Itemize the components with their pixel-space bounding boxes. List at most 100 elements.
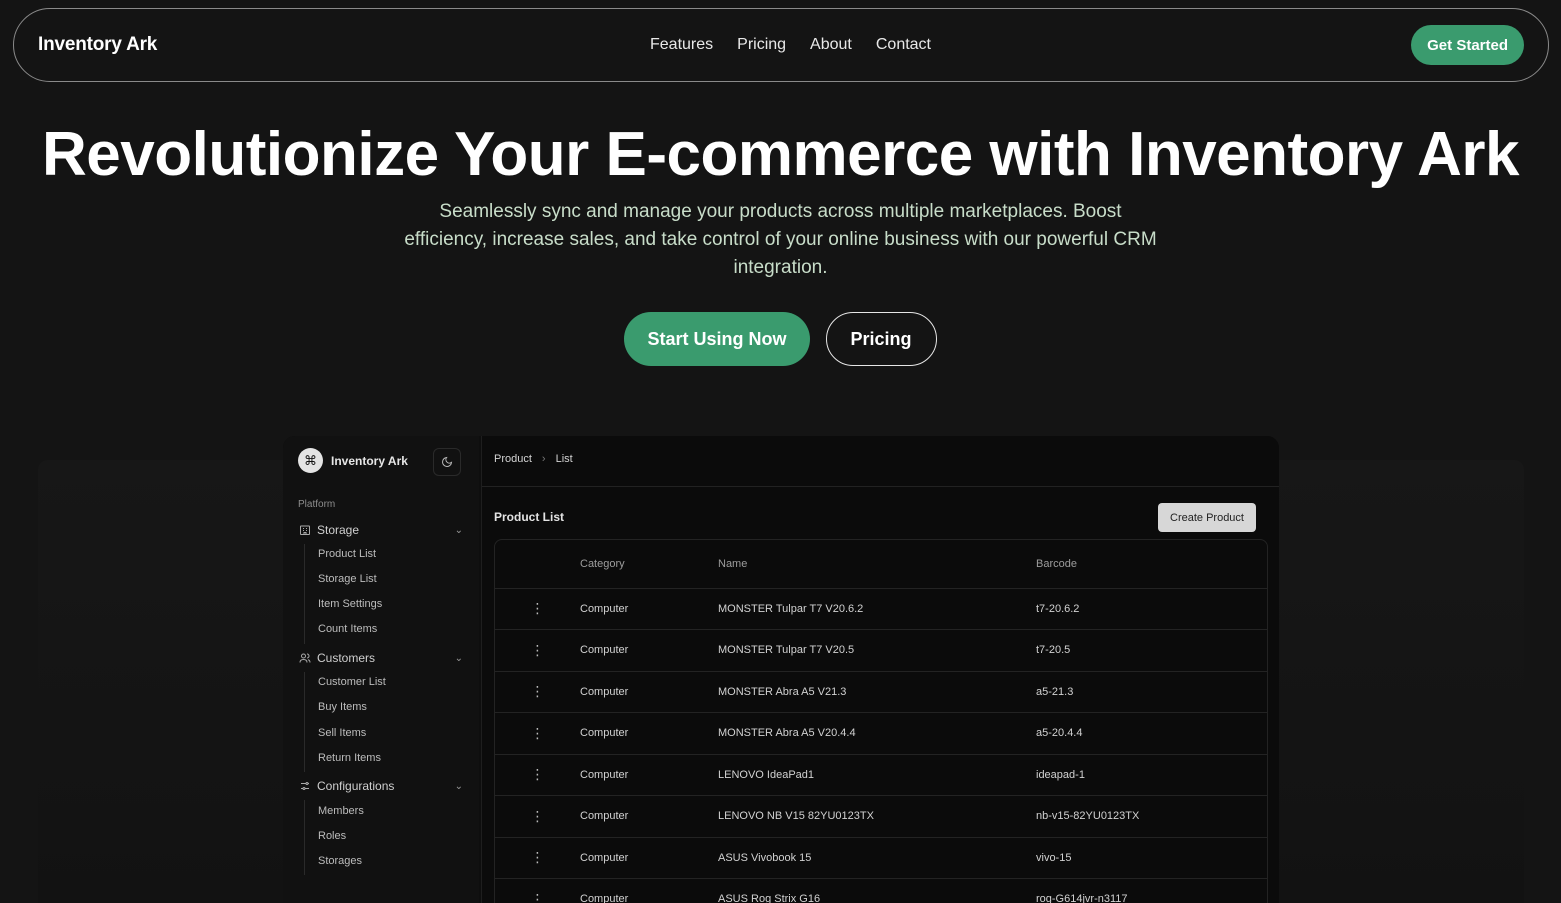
pricing-button[interactable]: Pricing [825, 312, 937, 366]
cell-category: Computer [580, 795, 718, 838]
chevron-right-icon: › [541, 453, 546, 465]
more-vertical-icon[interactable]: ⋮ [495, 754, 580, 796]
app-brand-name: Inventory Ark [331, 453, 408, 468]
page-title: Product List [494, 510, 565, 524]
table-row[interactable]: ⋮ Computer MONSTER Abra A5 V20.4.4 a5-20… [495, 712, 1267, 755]
cell-barcode: t7-20.5 [1036, 629, 1267, 672]
table-row[interactable]: ⋮ Computer ASUS Vivobook 15 vivo-15 [495, 837, 1267, 879]
cell-name: MONSTER Abra A5 V21.3 [718, 671, 1036, 713]
nav-link-features[interactable]: Features [650, 36, 713, 54]
nav-link-about[interactable]: About [810, 36, 852, 54]
command-icon: ⌘ [298, 448, 323, 473]
sidebar-item-sell-items[interactable]: Sell Items [318, 727, 366, 739]
sidebar-item-item-settings[interactable]: Item Settings [318, 598, 382, 610]
table-row[interactable]: ⋮ Computer ASUS Rog Strix G16 rog-G614jv… [495, 878, 1267, 903]
cell-barcode: a5-20.4.4 [1036, 712, 1267, 755]
cell-barcode: ideapad-1 [1036, 754, 1267, 796]
cell-category: Computer [580, 754, 718, 796]
building-icon [298, 524, 311, 537]
sidebar-section-label: Platform [298, 499, 336, 510]
theme-toggle-icon[interactable] [433, 448, 461, 476]
table-header-row: Category Name Barcode [495, 540, 1267, 589]
more-vertical-icon[interactable]: ⋮ [495, 712, 580, 755]
landing-page: Inventory Ark Features Pricing About Con… [0, 0, 1561, 903]
start-using-now-button[interactable]: Start Using Now [624, 312, 810, 366]
cell-category: Computer [580, 837, 718, 879]
table-row[interactable]: ⋮ Computer LENOVO NB V15 82YU0123TX nb-v… [495, 795, 1267, 838]
column-header-category[interactable]: Category [580, 540, 718, 589]
sidebar-item-product-list[interactable]: Product List [318, 548, 376, 560]
cell-name: MONSTER Tulpar T7 V20.6.2 [718, 588, 1036, 630]
cell-category: Computer [580, 629, 718, 672]
sidebar-item-count-items[interactable]: Count Items [318, 623, 377, 635]
sidebar-item-storage-list[interactable]: Storage List [318, 573, 377, 585]
cell-category: Computer [580, 712, 718, 755]
more-vertical-icon[interactable]: ⋮ [495, 629, 580, 672]
app-sidebar: ⌘ Inventory Ark Platform Storage ⌄ Produ… [283, 436, 479, 903]
sidebar-group-label: Customers [317, 651, 376, 665]
cell-barcode: vivo-15 [1036, 837, 1267, 879]
sidebar-item-return-items[interactable]: Return Items [318, 752, 381, 764]
hero-subtitle: Seamlessly sync and manage your products… [404, 201, 1157, 278]
table-row[interactable]: ⋮ Computer LENOVO IdeaPad1 ideapad-1 [495, 754, 1267, 796]
settings-icon [298, 780, 311, 793]
breadcrumb-item[interactable]: Product [494, 453, 532, 465]
more-vertical-icon[interactable]: ⋮ [495, 795, 580, 838]
nav-links: Features Pricing About Contact [650, 9, 931, 81]
column-header-name[interactable]: Name [718, 540, 1036, 589]
sidebar-tree-line [304, 800, 305, 875]
cell-name: MONSTER Abra A5 V20.4.4 [718, 712, 1036, 755]
table-row[interactable]: ⋮ Computer MONSTER Tulpar T7 V20.6.2 t7-… [495, 588, 1267, 630]
product-table: Category Name Barcode ⋮ Computer MONSTER… [494, 539, 1268, 903]
cell-name: ASUS Vivobook 15 [718, 837, 1036, 879]
sidebar-group-customers[interactable]: Customers ⌄ [298, 651, 463, 665]
app-brand[interactable]: ⌘ Inventory Ark [298, 448, 408, 473]
sidebar-tree-line [304, 544, 305, 644]
cell-name: LENOVO NB V15 82YU0123TX [718, 795, 1036, 838]
table-row[interactable]: ⋮ Computer MONSTER Tulpar T7 V20.5 t7-20… [495, 629, 1267, 672]
cell-barcode: t7-20.6.2 [1036, 588, 1267, 630]
hero-title: Revolutionize Your E-commerce with Inven… [42, 120, 1519, 189]
cell-name: ASUS Rog Strix G16 [718, 878, 1036, 903]
sidebar-group-storage[interactable]: Storage ⌄ [298, 523, 463, 537]
sidebar-group-configurations[interactable]: Configurations ⌄ [298, 779, 463, 793]
sidebar-item-roles[interactable]: Roles [318, 830, 346, 842]
navbar: Inventory Ark Features Pricing About Con… [13, 8, 1549, 82]
sidebar-tree-line [304, 672, 305, 772]
chevron-down-icon: ⌄ [454, 780, 463, 792]
column-header-barcode[interactable]: Barcode [1036, 540, 1267, 589]
app-preview: ⌘ Inventory Ark Platform Storage ⌄ Produ… [283, 436, 1279, 903]
sidebar-group-label: Storage [317, 523, 360, 537]
chevron-down-icon: ⌄ [454, 652, 463, 664]
create-product-button[interactable]: Create Product [1158, 503, 1256, 532]
cell-barcode: rog-G614jvr-n3117 [1036, 878, 1267, 903]
sidebar-item-storages[interactable]: Storages [318, 855, 362, 867]
breadcrumb-item[interactable]: List [556, 453, 573, 465]
sidebar-item-buy-items[interactable]: Buy Items [318, 701, 367, 713]
cell-category: Computer [580, 588, 718, 630]
cell-barcode: a5-21.3 [1036, 671, 1267, 713]
more-vertical-icon[interactable]: ⋮ [495, 588, 580, 630]
nav-link-pricing[interactable]: Pricing [737, 36, 786, 54]
chevron-down-icon: ⌄ [454, 524, 463, 536]
brand-logo[interactable]: Inventory Ark [38, 34, 157, 56]
cell-name: MONSTER Tulpar T7 V20.5 [718, 629, 1036, 672]
hero-actions: Start Using Now Pricing [0, 312, 1561, 366]
get-started-button[interactable]: Get Started [1411, 25, 1524, 65]
cell-barcode: nb-v15-82YU0123TX [1036, 795, 1267, 838]
nav-link-contact[interactable]: Contact [876, 36, 931, 54]
cell-category: Computer [580, 671, 718, 713]
more-vertical-icon[interactable]: ⋮ [495, 671, 580, 713]
sidebar-item-customer-list[interactable]: Customer List [318, 676, 386, 688]
users-icon [298, 652, 311, 665]
sidebar-group-label: Configurations [317, 779, 395, 793]
sidebar-item-members[interactable]: Members [318, 805, 364, 817]
more-vertical-icon[interactable]: ⋮ [495, 878, 580, 903]
more-vertical-icon[interactable]: ⋮ [495, 837, 580, 879]
divider [482, 486, 1279, 487]
table-row[interactable]: ⋮ Computer MONSTER Abra A5 V21.3 a5-21.3 [495, 671, 1267, 713]
cell-category: Computer [580, 878, 718, 903]
app-main: Product › List Product List Create Produ… [481, 436, 1279, 903]
actions-column-header [495, 540, 580, 589]
cell-name: LENOVO IdeaPad1 [718, 754, 1036, 796]
